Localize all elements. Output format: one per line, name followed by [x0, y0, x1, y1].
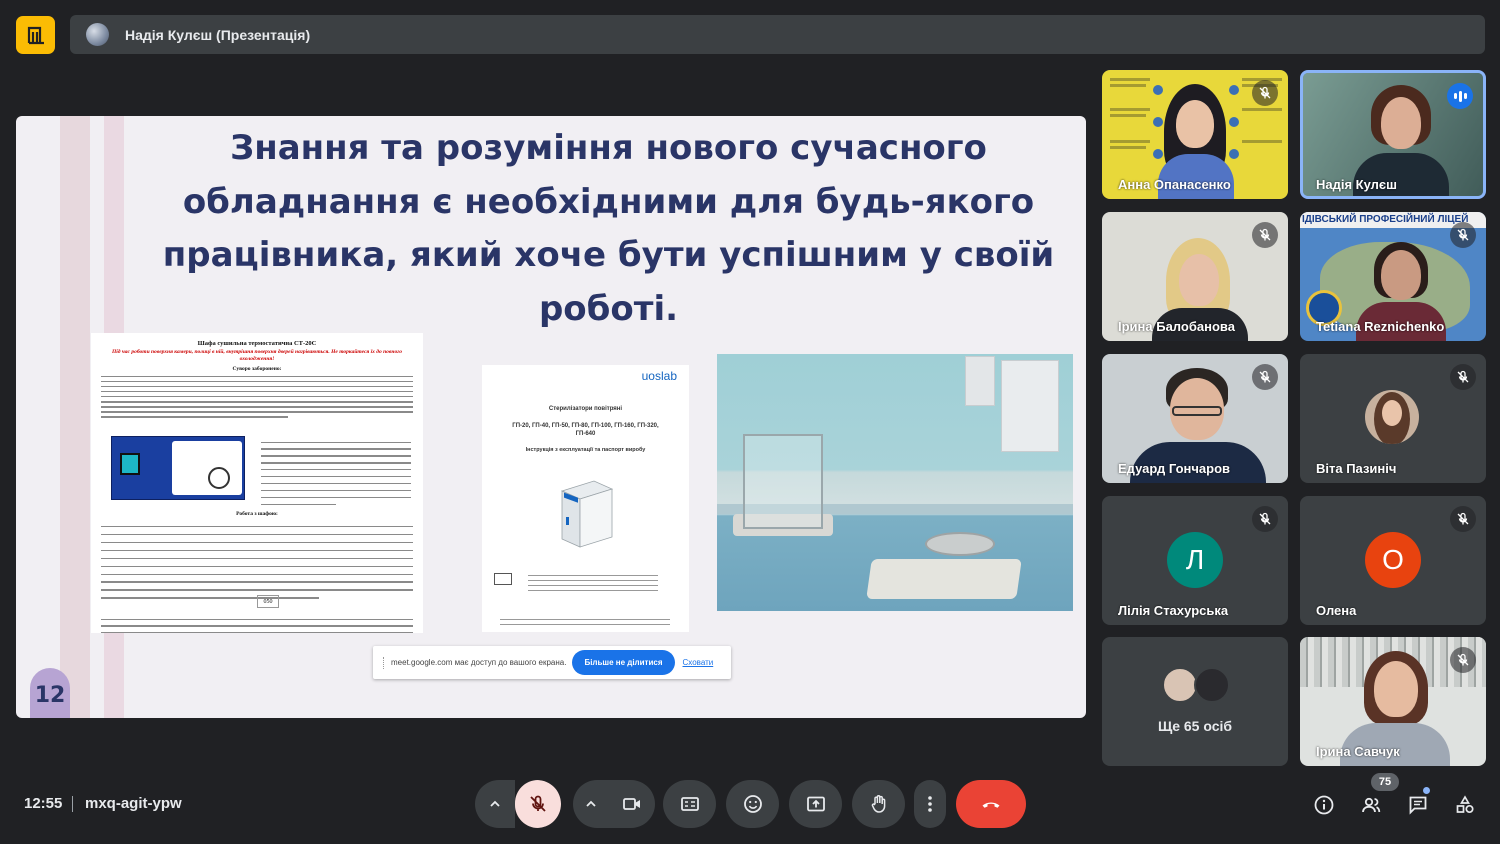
- device-diagram: [111, 436, 245, 500]
- manual-subtitle: Інструкція з експлуатації та паспорт вир…: [525, 447, 646, 453]
- chat-icon: [1409, 796, 1427, 815]
- avatar: [1194, 667, 1230, 703]
- captions-button[interactable]: [663, 780, 716, 828]
- emoji-icon: [743, 795, 762, 813]
- raise-hand-button[interactable]: [852, 780, 905, 828]
- participant-count-badge: 75: [1371, 773, 1399, 791]
- participant-tile[interactable]: Едуард Гончаров: [1102, 354, 1288, 483]
- avatar: Л: [1167, 532, 1223, 588]
- hide-banner-link[interactable]: Сховати: [683, 658, 714, 667]
- participant-name: Лілія Стахурська: [1118, 603, 1229, 618]
- unread-indicator: [1423, 787, 1430, 794]
- mic-off-icon: [1450, 364, 1476, 390]
- chat-button[interactable]: [1405, 792, 1431, 818]
- presenter-avatar: [86, 23, 109, 46]
- participant-name: Едуард Гончаров: [1118, 461, 1231, 476]
- video-options-chevron-up-icon[interactable]: [573, 797, 609, 811]
- captions-icon: [680, 797, 699, 811]
- current-time: 12:55: [24, 795, 63, 812]
- raise-hand-icon: [871, 795, 885, 813]
- participant-name: Tetiana Reznichenko: [1316, 319, 1445, 334]
- participant-tile[interactable]: Віта Пазиніч: [1300, 354, 1486, 483]
- manual-text-lines: [528, 571, 658, 591]
- slide-decor-stripe: [60, 116, 90, 718]
- manual-footer-lines: [500, 615, 670, 625]
- people-button[interactable]: [1358, 792, 1384, 818]
- stop-sharing-button[interactable]: Більше не ділитися: [572, 650, 675, 675]
- doc-section-heading: Робота з шафою:: [236, 511, 278, 517]
- doc-text-lines: [101, 519, 413, 599]
- present-now-button[interactable]: [789, 780, 842, 828]
- drag-handle-icon[interactable]: [383, 656, 385, 669]
- speaking-indicator-icon: [1447, 83, 1473, 109]
- info-icon: [1314, 795, 1334, 815]
- participant-tile[interactable]: О Олена: [1300, 496, 1486, 625]
- participant-name: Ірина Балобанова: [1118, 319, 1235, 334]
- activities-button[interactable]: [1452, 792, 1478, 818]
- mic-off-icon[interactable]: [515, 780, 561, 828]
- mic-control[interactable]: [475, 780, 561, 828]
- participant-name: Анна Опанасенко: [1118, 177, 1231, 192]
- people-icon: [1362, 797, 1381, 813]
- screen-share-banner: meet.google.com має доступ до вашого екр…: [373, 646, 731, 679]
- more-participants-tile[interactable]: Ще 65 осіб: [1102, 637, 1288, 766]
- brand-logo: uoslab: [641, 369, 677, 383]
- doc-title: Шафа сушильна термостатична СТ-20С: [197, 340, 317, 347]
- participant-name: Віта Пазиніч: [1316, 461, 1397, 476]
- doc-text-lines: [101, 375, 413, 418]
- mic-off-icon: [1252, 364, 1278, 390]
- participant-tile[interactable]: Анна Опанасенко: [1102, 70, 1288, 199]
- doc-code-box: 050: [257, 595, 279, 608]
- emoji-reactions-button[interactable]: [726, 780, 779, 828]
- participant-name: Ірина Савчук: [1316, 744, 1400, 759]
- manual-models: ГП-20, ГП-40, ГП-50, ГП-80, ГП-100, ГП-1…: [512, 423, 659, 437]
- participant-tile[interactable]: Л Лілія Стахурська: [1102, 496, 1288, 625]
- participant-tile[interactable]: Ірина Балобанова: [1102, 212, 1288, 341]
- avatar: О: [1365, 532, 1421, 588]
- camera-control[interactable]: [573, 780, 655, 828]
- mic-off-icon: [1252, 506, 1278, 532]
- leave-call-button[interactable]: [956, 780, 1026, 828]
- laboratory-scales-photo: [717, 354, 1073, 611]
- slide-title: Знання та розуміння нового сучасного обл…: [162, 128, 1055, 329]
- manual-title: Стерилізатори повітряні: [548, 406, 623, 412]
- sterilizer-image: [560, 480, 614, 548]
- activities-icon: [1456, 795, 1474, 814]
- participant-tile[interactable]: ІДІВСЬКИЙ ПРОФЕСІЙНИЙ ЛІЦЕЙ Tetiana Rezn…: [1300, 212, 1486, 341]
- doc-warning: Під час роботи поверхня камери, полиці в…: [112, 349, 402, 362]
- presenter-label: Надія Кулєш (Презентація): [125, 26, 311, 43]
- more-options-icon: [928, 796, 932, 812]
- participant-name: Надія Кулєш: [1316, 177, 1397, 192]
- participant-name: Олена: [1316, 603, 1357, 618]
- more-options-button[interactable]: [914, 780, 946, 828]
- presenter-bar[interactable]: Надія Кулєш (Презентація): [70, 15, 1485, 54]
- mic-off-icon: [1450, 222, 1476, 248]
- doc-legend-lines: [261, 436, 411, 505]
- meeting-details-button[interactable]: [1311, 792, 1337, 818]
- present-icon: [806, 796, 825, 812]
- doc-text-lines: [101, 613, 413, 633]
- mic-off-icon: [1252, 80, 1278, 106]
- slide-page-number: 12: [30, 668, 70, 718]
- mic-off-icon: [1450, 647, 1476, 673]
- camera-icon[interactable]: [609, 793, 655, 815]
- book-icon: [494, 573, 512, 585]
- mic-off-icon: [1450, 506, 1476, 532]
- sterilizer-manual: uoslab Стерилізатори повітряні ГП-20, ГП…: [482, 365, 689, 632]
- hang-up-icon: [982, 802, 1000, 808]
- doc-section-heading: Суворо заборонено:: [232, 366, 282, 372]
- mic-off-icon: [1252, 222, 1278, 248]
- share-banner-message: meet.google.com має доступ до вашого екр…: [391, 658, 567, 667]
- divider: [72, 796, 73, 812]
- participant-tile-active[interactable]: Надія Кулєш: [1300, 70, 1486, 199]
- participant-tile[interactable]: Ірина Савчук: [1300, 637, 1486, 766]
- shared-screen[interactable]: Знання та розуміння нового сучасного обл…: [16, 116, 1086, 718]
- more-participants-label: Ще 65 осіб: [1157, 718, 1233, 734]
- avatar: [1162, 667, 1198, 703]
- app-logo-icon[interactable]: [16, 16, 55, 54]
- meeting-code: mxq-agit-ypw: [85, 795, 182, 812]
- instruction-document: Шафа сушильна термостатична СТ-20С Під ч…: [91, 333, 423, 633]
- audio-options-chevron-up-icon[interactable]: [475, 780, 515, 828]
- avatar: [1365, 390, 1419, 444]
